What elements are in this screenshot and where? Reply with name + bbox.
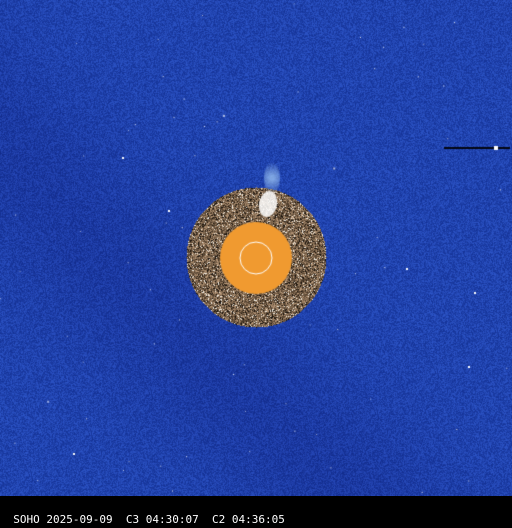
timestamp-bar: SOHO 2025-09-09 C3 04:30:07 C2 04:36:05: [0, 496, 512, 526]
c3-time: 04:30:07: [145, 513, 199, 526]
c2-time: 04:36:05: [231, 513, 285, 526]
c3-label: C3: [125, 513, 140, 526]
instrument-label: SOHO: [13, 513, 40, 526]
coronagraph-image: [0, 0, 512, 496]
lasco-c3-c2-composite: [0, 0, 512, 496]
c2-label: C2: [211, 513, 226, 526]
date-label: 2025-09-09: [46, 513, 113, 526]
